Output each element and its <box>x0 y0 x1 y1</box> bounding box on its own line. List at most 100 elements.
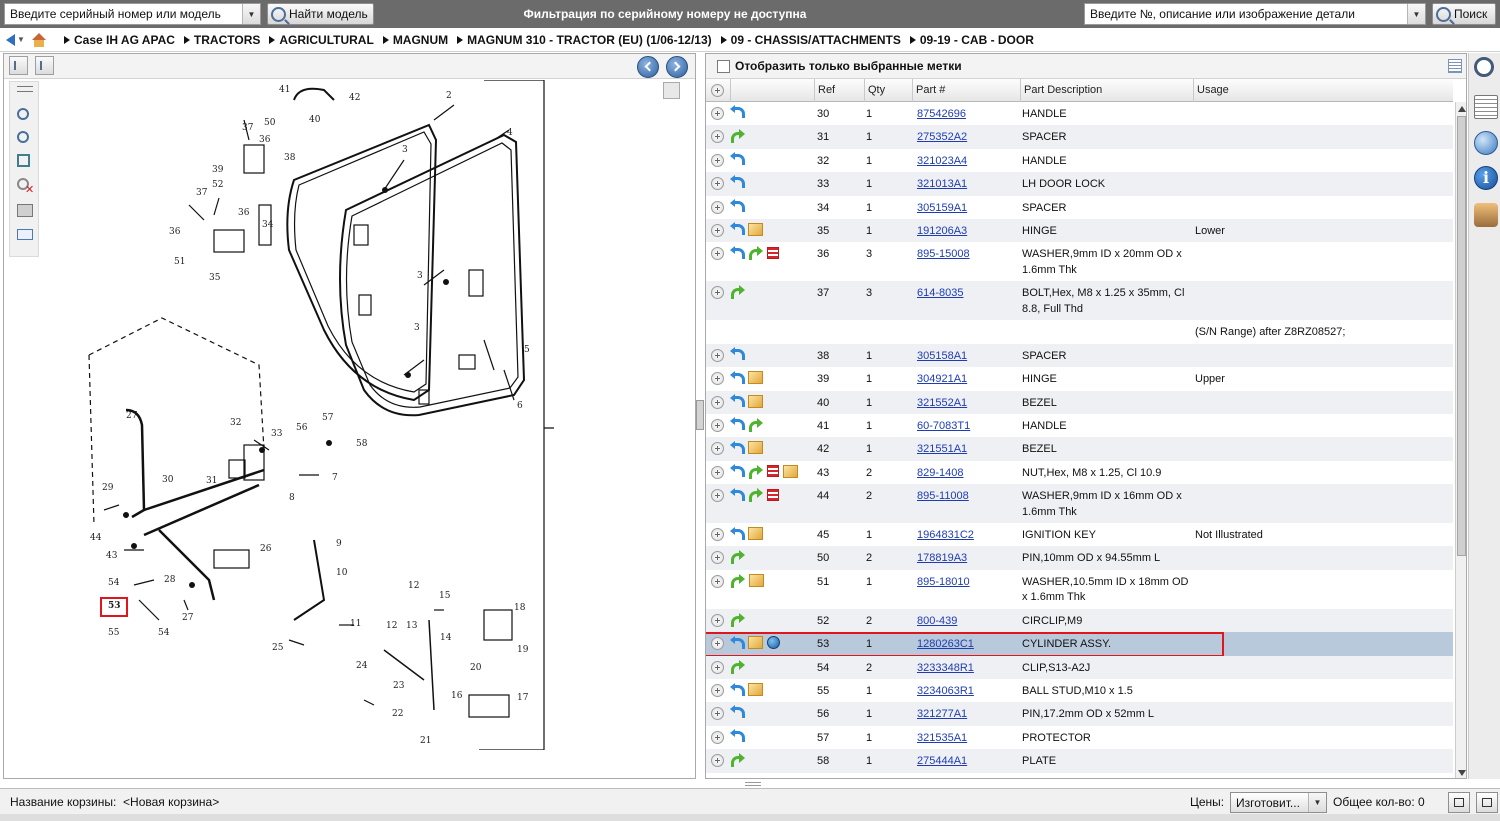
cell-part-link[interactable]: 800-439 <box>917 614 957 630</box>
table-row[interactable]: 44 2 895-11008 WASHER,9mm ID x 16mm OD x 1.… <box>706 484 1453 524</box>
next-diagram-button[interactable] <box>666 56 688 78</box>
expand-row-button[interactable] <box>711 372 724 386</box>
table-row[interactable]: 51 1 895-18010 WASHER,10.5mm ID x 18mm OD x… <box>706 570 1453 609</box>
expand-row-button[interactable] <box>711 348 724 362</box>
cell-part-link[interactable]: 895-15008 <box>917 247 970 263</box>
expand-row-button[interactable] <box>711 660 724 674</box>
expand-row-button[interactable] <box>711 395 724 409</box>
package-icon[interactable] <box>749 573 764 587</box>
column-header-qty[interactable]: Qty <box>864 79 912 102</box>
column-header-usage[interactable]: Usage <box>1193 79 1453 102</box>
forward-icon[interactable] <box>730 612 745 627</box>
table-row[interactable]: 33 1 321013A1 LH DOOR LOCK <box>706 172 1453 196</box>
table-row[interactable]: 43 2 829-1408 NUT,Hex, M8 x 1.25, Cl 10.9 <box>706 461 1453 484</box>
breadcrumb-item[interactable]: 09 - CHASSIS/ATTACHMENTS <box>720 33 901 47</box>
back-icon[interactable] <box>730 394 745 408</box>
chevron-down-icon[interactable]: ▼ <box>1308 793 1326 812</box>
table-row[interactable]: 52 2 800-439 CIRCLIP,M9 <box>706 608 1453 633</box>
expand-row-button[interactable] <box>711 286 724 300</box>
find-model-button[interactable]: Найти модель <box>267 3 374 25</box>
expand-row-button[interactable] <box>711 177 724 191</box>
print-icon[interactable] <box>17 204 33 217</box>
breadcrumb-item[interactable]: MAGNUM <box>382 33 448 47</box>
expand-row-button[interactable] <box>711 200 724 214</box>
back-icon[interactable] <box>730 245 745 259</box>
breadcrumb-item[interactable]: Case IH AG APAC <box>64 33 175 47</box>
table-row[interactable]: 40 1 321552A1 BEZEL <box>706 390 1453 414</box>
panel-splitter[interactable] <box>696 400 704 430</box>
package-icon[interactable] <box>748 441 763 455</box>
clear-zoom-icon[interactable]: ✕ <box>17 178 34 196</box>
info-icon[interactable]: i <box>1474 166 1498 190</box>
cell-part-link[interactable]: 3234063R1 <box>917 684 974 700</box>
table-row[interactable]: 55 1 3234063R1 BALL STUD,M10 x 1.5 <box>706 679 1453 702</box>
expand-row-button[interactable] <box>711 707 724 721</box>
forward-icon[interactable] <box>730 659 745 674</box>
expand-row-button[interactable] <box>711 489 724 503</box>
back-arrow-icon[interactable] <box>6 33 15 46</box>
search-button[interactable]: Поиск <box>1432 3 1496 25</box>
cell-part-link[interactable]: 614-8035 <box>917 286 964 302</box>
part-search-select[interactable]: Введите №, описание или изображение дета… <box>1084 3 1426 25</box>
expand-row-button[interactable] <box>711 684 724 698</box>
back-icon[interactable] <box>730 682 745 696</box>
back-icon[interactable] <box>730 464 745 478</box>
fit-to-window-icon[interactable] <box>17 154 30 167</box>
cell-part-link[interactable]: 895-18010 <box>917 575 970 591</box>
previous-diagram-button[interactable] <box>637 56 659 78</box>
cell-part-link[interactable]: 321023A4 <box>917 154 967 170</box>
back-icon[interactable] <box>730 151 745 165</box>
cell-part-link[interactable]: 60-7083T1 <box>917 419 970 435</box>
expand-row-button[interactable] <box>711 107 724 120</box>
chevron-down-icon[interactable]: ▼ <box>1407 4 1425 24</box>
table-row[interactable]: 35 1 191206A3 HINGE Lower <box>706 218 1453 243</box>
show-selected-checkbox[interactable] <box>717 59 730 73</box>
diagram-corner-icon[interactable] <box>663 82 680 99</box>
scroll-down-icon[interactable] <box>1458 770 1466 776</box>
back-icon[interactable] <box>730 105 745 118</box>
highlighted-callout-53[interactable] <box>100 597 128 617</box>
back-icon[interactable] <box>730 440 745 454</box>
scrollbar-thumb[interactable] <box>1457 116 1466 556</box>
forward-icon[interactable] <box>730 129 745 144</box>
expand-row-button[interactable] <box>711 130 724 144</box>
table-row[interactable]: 42 1 321551A1 BEZEL <box>706 437 1453 461</box>
back-icon[interactable] <box>730 346 745 360</box>
expand-row-button[interactable] <box>711 153 724 167</box>
globe-icon[interactable] <box>1474 131 1498 155</box>
package-icon[interactable] <box>748 394 763 408</box>
expand-row-button[interactable] <box>711 465 724 479</box>
forward-icon[interactable] <box>730 573 745 588</box>
breadcrumb-item[interactable]: AGRICULTURAL <box>269 33 374 47</box>
package-icon[interactable] <box>748 683 763 697</box>
table-row[interactable]: 57 1 321535A1 PROTECTOR <box>706 726 1453 749</box>
expand-row-button[interactable] <box>711 754 724 768</box>
back-icon[interactable] <box>730 370 745 384</box>
package-icon[interactable] <box>748 222 763 236</box>
part-search-input[interactable]: Введите №, описание или изображение дета… <box>1085 7 1407 21</box>
zoom-out-icon[interactable] <box>17 131 33 147</box>
chevron-down-icon[interactable]: ▼ <box>242 4 260 24</box>
column-header-ref[interactable]: Ref <box>814 79 864 102</box>
cell-part-link[interactable]: 275444A1 <box>917 754 967 770</box>
parts-list-icon[interactable] <box>1474 95 1498 119</box>
breadcrumb-item[interactable]: MAGNUM 310 - TRACTOR (EU) (1/06-12/13) <box>457 33 712 47</box>
cell-part-link[interactable]: 829-1408 <box>917 466 964 482</box>
table-row[interactable]: 54 2 3233348R1 CLIP,S13-A2J <box>706 655 1453 680</box>
breadcrumb-item[interactable]: TRACTORS <box>183 33 260 47</box>
zoom-in-icon[interactable] <box>17 108 33 124</box>
expand-row-button[interactable] <box>711 551 724 565</box>
expand-row-button[interactable] <box>711 247 724 261</box>
back-icon[interactable] <box>730 705 745 719</box>
forward-icon[interactable] <box>748 246 763 261</box>
cell-part-link[interactable]: 321535A1 <box>917 731 967 747</box>
back-icon[interactable] <box>730 222 745 236</box>
cell-part-link[interactable]: 178819A3 <box>917 551 967 567</box>
cell-part-link[interactable]: 321551A1 <box>917 442 967 458</box>
table-row[interactable]: 50 2 178819A3 PIN,10mm OD x 94.55mm L <box>706 546 1453 570</box>
maximize-button[interactable] <box>1476 792 1498 813</box>
expand-row-button[interactable] <box>711 223 724 237</box>
back-icon[interactable] <box>730 198 745 212</box>
kit-icon[interactable] <box>767 465 779 478</box>
kit-icon[interactable] <box>767 246 779 259</box>
